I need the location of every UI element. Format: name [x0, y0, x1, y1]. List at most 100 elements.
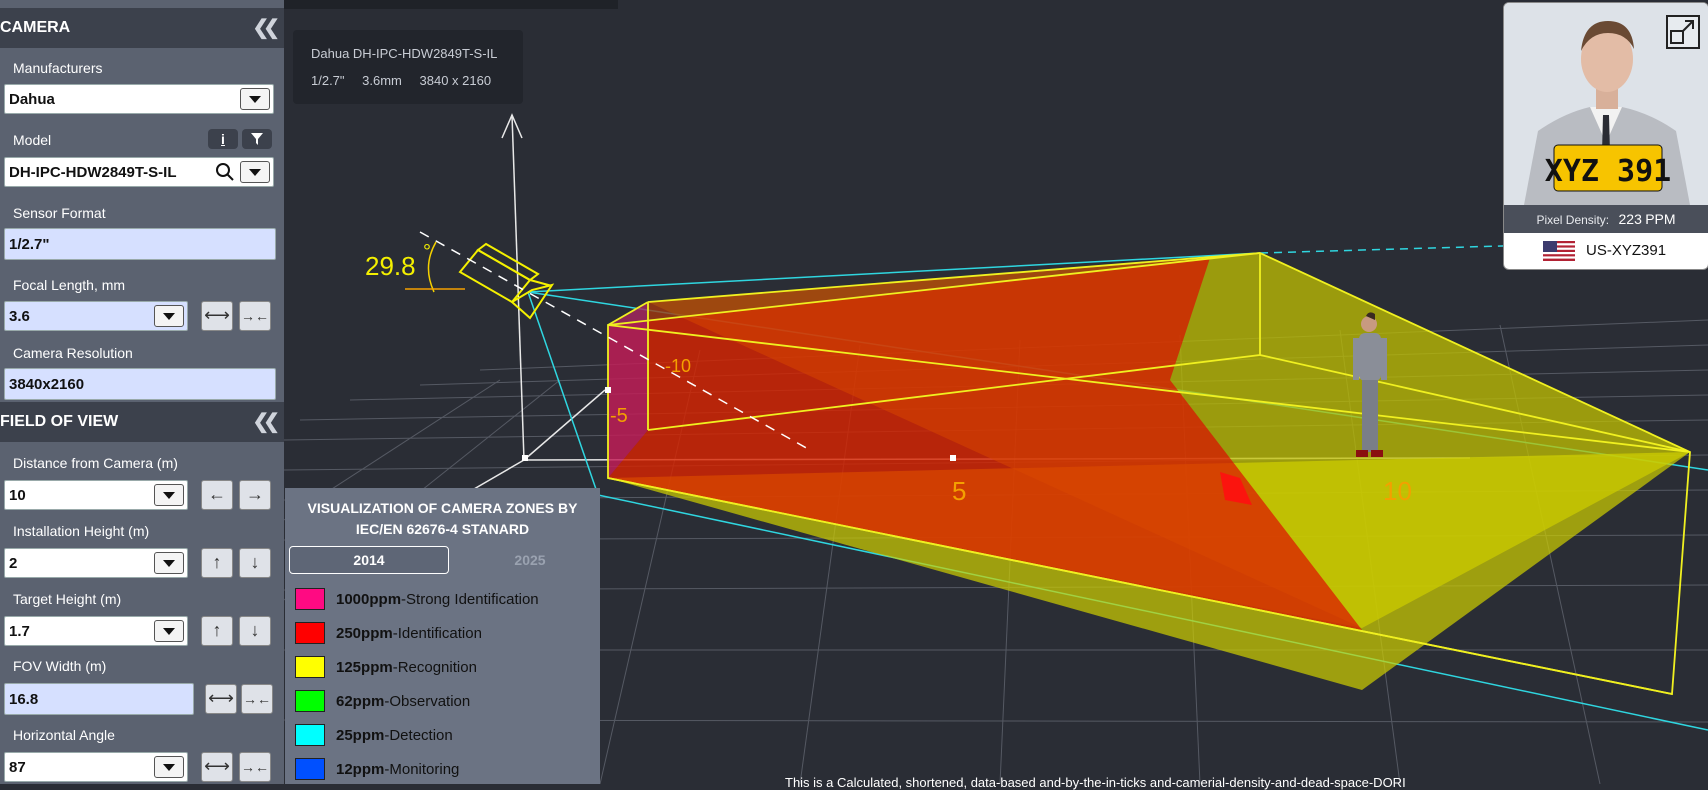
arrows-expand-icon: ⟷ [204, 305, 230, 325]
horizontal-angle-select[interactable]: 87 [4, 752, 188, 782]
tilt-angle-label: 29.8 [365, 251, 416, 281]
horizontal-angle-label: Horizontal Angle [13, 727, 115, 743]
horizontal-angle-collapse-button[interactable]: →← [239, 752, 271, 782]
camera-zones-legend: VISUALIZATION OF CAMERA ZONES BY IEC/EN … [285, 488, 600, 784]
installation-height-down-button[interactable]: ↓ [239, 548, 271, 578]
fov-width-field[interactable]: 16.8 [4, 683, 194, 715]
axis-label-10: 10 [1383, 476, 1412, 506]
zone-swatch [295, 656, 325, 678]
manufacturers-select[interactable]: Dahua [4, 84, 274, 114]
camera-resolution-value: 3840x2160 [9, 376, 85, 393]
collapse-horizontal-button[interactable]: →← [239, 301, 271, 331]
zone-swatch [295, 622, 325, 644]
chevron-down-icon[interactable] [154, 552, 184, 574]
model-combobox[interactable]: DH-IPC-HDW2849T-S-IL [4, 157, 274, 187]
focal-length-select[interactable]: 3.6 [4, 301, 188, 331]
chevron-down-icon[interactable] [154, 756, 184, 778]
installation-height-select[interactable]: 2 [4, 548, 188, 578]
installation-height-label: Installation Height (m) [13, 523, 150, 539]
zone-ppm: 12ppm [336, 761, 385, 778]
distance-increase-button[interactable]: → [239, 480, 271, 510]
fov-width-expand-button[interactable]: ⟷ [205, 684, 237, 714]
arrow-down-icon: ↓ [250, 620, 260, 640]
arrows-expand-icon: ⟷ [208, 688, 234, 708]
left-panel: CAMERA ❮❮ Manufacturers Dahua Model i DH… [0, 0, 284, 784]
arrows-collapse-icon: →← [241, 308, 269, 324]
distance-value: 10 [9, 487, 26, 504]
license-plate-text: XYZ 391 [1545, 154, 1671, 189]
search-icon[interactable] [215, 162, 235, 182]
info-model: Dahua DH-IPC-HDW2849T-S-IL [311, 46, 498, 61]
chevron-down-icon[interactable] [154, 620, 184, 642]
installation-height-up-button[interactable]: ↑ [201, 548, 233, 578]
camera-section-header[interactable]: CAMERA ❮❮ [0, 8, 284, 48]
axis-marker-5 [950, 455, 956, 461]
pixel-density-unit: PPM [1645, 211, 1676, 227]
model-value: DH-IPC-HDW2849T-S-IL [9, 164, 177, 181]
target-height-down-button[interactable]: ↓ [239, 616, 271, 646]
target-height-up-button[interactable]: ↑ [201, 616, 233, 646]
zone-ppm: 250ppm [336, 625, 393, 642]
info-sensor: 1/2.7" [311, 73, 345, 88]
chevron-down-icon[interactable] [154, 305, 184, 327]
chevron-down-icon[interactable] [240, 161, 270, 183]
double-chevron-left-icon[interactable]: ❮❮ [252, 402, 279, 442]
arrow-up-icon: ↑ [212, 552, 222, 572]
arrow-left-icon: ← [208, 484, 226, 504]
pixel-density-bar: Pixel Density: 223 PPM [1504, 205, 1708, 233]
expand-button[interactable] [1666, 15, 1700, 49]
fov-width-label: FOV Width (m) [13, 658, 107, 674]
tilt-angle-degree: ° [423, 241, 431, 263]
expand-icon [1670, 20, 1694, 44]
horizontal-angle-expand-button[interactable]: ⟷ [201, 752, 233, 782]
axis-label-5: 5 [952, 476, 966, 506]
arrow-right-icon: → [246, 484, 264, 504]
pixel-density-label: Pixel Density: [1536, 213, 1610, 227]
camera-model [458, 242, 555, 320]
expand-horizontal-button[interactable]: ⟷ [201, 301, 233, 331]
zone-ppm: 25ppm [336, 727, 385, 744]
target-height-label: Target Height (m) [13, 591, 122, 607]
arrow-up-icon: ↑ [212, 620, 222, 640]
tab-2025[interactable]: 2025 [465, 547, 595, 573]
double-chevron-left-icon[interactable]: ❮❮ [252, 8, 279, 48]
distance-select[interactable]: 10 [4, 480, 188, 510]
info-icon: i [221, 131, 225, 147]
zones-title: VISUALIZATION OF CAMERA ZONES BY IEC/EN … [285, 498, 600, 540]
target-height-value: 1.7 [9, 623, 30, 640]
zone-swatch [295, 588, 325, 610]
zone-ppm: 1000ppm [336, 591, 402, 608]
pixel-density-value: 223 [1618, 211, 1642, 227]
fov-width-collapse-button[interactable]: →← [241, 684, 273, 714]
sensor-format-field[interactable]: 1/2.7" [4, 228, 276, 260]
target-height-select[interactable]: 1.7 [4, 616, 188, 646]
zone-swatch [295, 724, 325, 746]
info-focal: 3.6mm [362, 73, 402, 88]
camera-resolution-field[interactable]: 3840x2160 [4, 368, 276, 400]
focal-length-label: Focal Length, mm [13, 277, 126, 293]
focal-length-value: 3.6 [9, 308, 30, 325]
arrows-collapse-icon: →← [241, 759, 269, 775]
zone-swatch [295, 690, 325, 712]
distance-decrease-button[interactable]: ← [201, 480, 233, 510]
tab-2014[interactable]: 2014 [289, 546, 449, 574]
chevron-down-icon[interactable] [240, 88, 270, 110]
fov-section-header[interactable]: FIELD OF VIEW ❮❮ [0, 402, 284, 442]
chevron-down-icon[interactable] [154, 484, 184, 506]
model-label: Model [13, 132, 52, 148]
manufacturers-value: Dahua [9, 91, 55, 108]
sensor-format-label: Sensor Format [13, 205, 106, 221]
filter-button[interactable] [242, 129, 272, 149]
zone-ppm: 62ppm [336, 693, 385, 710]
axis-marker-neg5 [605, 387, 611, 393]
zone-name: -Detection [384, 727, 453, 744]
axis-label-neg5: -5 [610, 405, 628, 427]
sensor-format-value: 1/2.7" [9, 236, 50, 253]
zones-title-line2: IEC/EN 62676-4 STANARD [355, 521, 530, 537]
distance-label: Distance from Camera (m) [13, 455, 178, 471]
info-button[interactable]: i [208, 129, 238, 149]
plate-id-row: US-XYZ391 [1504, 233, 1708, 269]
zone-name: -Strong Identification [401, 591, 539, 608]
top-toolbar [284, 0, 618, 9]
zone-name: -Monitoring [384, 761, 460, 778]
